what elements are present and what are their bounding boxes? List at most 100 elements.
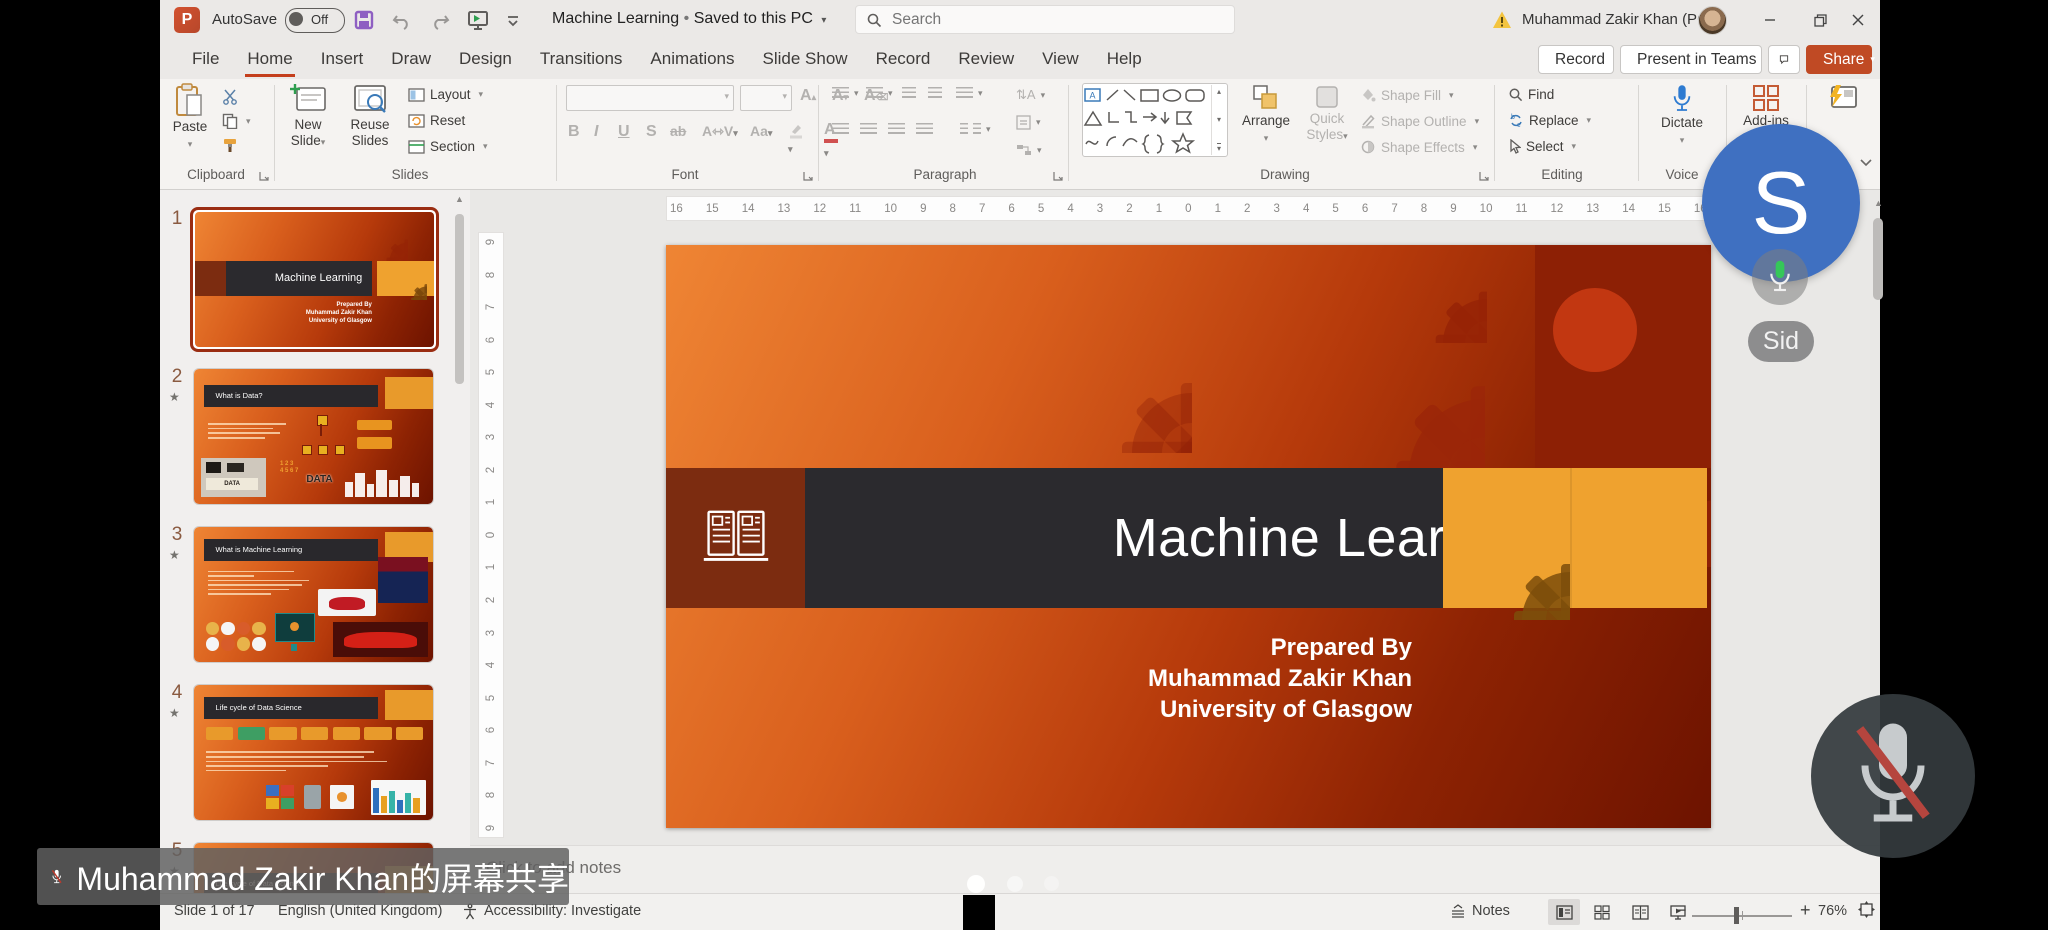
user-name[interactable]: Muhammad Zakir Khan (PGR): [1522, 11, 1725, 28]
search-box[interactable]: [855, 5, 1235, 34]
bold-button[interactable]: B: [568, 123, 580, 141]
font-dialog-launcher[interactable]: [802, 170, 814, 182]
slide-thumbnail-1[interactable]: Machine Learning Prepared ByMuhammad Zak…: [190, 207, 439, 352]
add-ins-button[interactable]: Add-ins: [1736, 83, 1796, 129]
tab-draw[interactable]: Draw: [377, 40, 445, 79]
slide-thumbnail-4[interactable]: Life cycle of Data Science: [193, 684, 434, 821]
slide-thumbnail-2[interactable]: What is Data?: [193, 368, 434, 505]
redo-icon[interactable]: [428, 8, 452, 32]
undo-icon[interactable]: [390, 8, 414, 32]
text-direction-button[interactable]: ⇅A: [1016, 87, 1045, 103]
shape-outline-button[interactable]: Shape Outline: [1360, 113, 1479, 129]
tab-design[interactable]: Design: [445, 40, 526, 79]
shapes-gallery-scrollbar[interactable]: ▴ ▾ ▾: [1211, 85, 1226, 155]
user-avatar[interactable]: [1698, 6, 1727, 35]
italic-button[interactable]: I: [594, 123, 598, 141]
shapes-scroll-up-icon[interactable]: ▴: [1217, 87, 1221, 96]
tab-file[interactable]: File: [178, 40, 233, 79]
highlight-color-button[interactable]: [788, 123, 804, 157]
replace-button[interactable]: b c Replace: [1508, 113, 1591, 128]
reuse-slides-button[interactable]: Reuse Slides: [342, 83, 398, 149]
warning-icon[interactable]: [1492, 10, 1512, 30]
participant-name-badge[interactable]: Sid: [1748, 321, 1814, 362]
convert-to-smartart-button[interactable]: [1016, 143, 1042, 157]
customize-toolbar-icon[interactable]: [504, 8, 522, 32]
slide-sorter-view-button[interactable]: [1586, 899, 1618, 925]
close-button[interactable]: [1836, 0, 1880, 40]
new-slide-button[interactable]: New Slide: [282, 83, 334, 150]
font-name-combobox[interactable]: [566, 85, 734, 111]
increase-indent-button[interactable]: [928, 87, 942, 100]
change-case-button[interactable]: Aa: [750, 123, 772, 139]
tab-slide-show[interactable]: Slide Show: [749, 40, 862, 79]
tab-transitions[interactable]: Transitions: [526, 40, 637, 79]
shapes-more-icon[interactable]: ▾: [1217, 143, 1221, 153]
paste-button[interactable]: Paste: [166, 83, 214, 152]
mute-button[interactable]: [1811, 694, 1975, 858]
zoom-slider-thumb[interactable]: [1734, 907, 1739, 924]
font-size-combobox[interactable]: [740, 85, 792, 111]
accessibility-status[interactable]: Accessibility: Investigate: [484, 903, 641, 919]
tab-view[interactable]: View: [1028, 40, 1093, 79]
columns-button[interactable]: [960, 123, 991, 136]
justify-button[interactable]: [916, 123, 933, 136]
select-button[interactable]: Select: [1508, 139, 1576, 154]
powerpoint-logo-icon[interactable]: P: [174, 7, 200, 33]
cut-button[interactable]: [222, 89, 238, 105]
tab-animations[interactable]: Animations: [636, 40, 748, 79]
scrollbar-thumb[interactable]: [455, 214, 464, 384]
horizontal-ruler[interactable]: 1615141312111098765432101234567891011121…: [666, 196, 1711, 221]
normal-view-button[interactable]: [1548, 899, 1580, 925]
document-title[interactable]: Machine Learning • Saved to this PC ▾: [552, 10, 826, 28]
notes-toggle-button[interactable]: Notes: [1450, 903, 1510, 919]
scrollbar-thumb[interactable]: [1873, 218, 1883, 300]
decrease-indent-button[interactable]: [902, 87, 916, 100]
present-in-teams-button[interactable]: T Present in Teams: [1620, 45, 1762, 74]
tab-home[interactable]: Home: [233, 40, 306, 79]
thumbnail-scrollbar[interactable]: ▲ ▼: [453, 190, 467, 893]
slideshow-icon[interactable]: [466, 8, 490, 32]
zoom-out-button[interactable]: −: [1676, 900, 1687, 921]
shadow-button[interactable]: S: [646, 123, 657, 141]
find-button[interactable]: Find: [1508, 87, 1554, 102]
numbering-button[interactable]: [866, 87, 893, 100]
shape-effects-button[interactable]: Shape Effects: [1360, 139, 1477, 155]
drawing-dialog-launcher[interactable]: [1478, 170, 1490, 182]
slide-indicator[interactable]: Slide 1 of 17: [174, 903, 255, 919]
bullets-button[interactable]: [832, 87, 859, 100]
shapes-gallery[interactable]: A: [1082, 83, 1228, 157]
fit-slide-to-window-button[interactable]: [1858, 901, 1875, 918]
slide-editor[interactable]: Machine Learning Prepared By Muhammad Za…: [666, 245, 1711, 828]
shape-fill-button[interactable]: Shape Fill: [1360, 87, 1454, 103]
designer-button[interactable]: [1816, 83, 1868, 113]
quick-styles-button[interactable]: Quick Styles: [1300, 83, 1354, 144]
underline-button[interactable]: U: [618, 123, 630, 141]
dictate-button[interactable]: Dictate: [1652, 83, 1712, 148]
character-spacing-button[interactable]: A⇿V: [702, 123, 738, 140]
tab-record[interactable]: Record: [862, 40, 945, 79]
strikethrough-button[interactable]: ab: [670, 123, 686, 139]
shapes-scroll-down-icon[interactable]: ▾: [1217, 115, 1221, 124]
slide-subtitle[interactable]: Prepared By Muhammad Zakir Khan Universi…: [1148, 632, 1412, 725]
format-painter-button[interactable]: [222, 137, 238, 153]
scroll-up-icon[interactable]: ▲: [455, 194, 464, 204]
record-button[interactable]: Record: [1538, 45, 1614, 74]
search-input[interactable]: [890, 10, 1194, 30]
slide-thumbnail-3[interactable]: What is Machine Learning: [193, 526, 434, 663]
section-button[interactable]: Section: [408, 139, 488, 154]
tab-review[interactable]: Review: [944, 40, 1028, 79]
align-left-button[interactable]: [832, 123, 849, 136]
autosave-toggle[interactable]: Off: [285, 8, 345, 33]
tab-insert[interactable]: Insert: [307, 40, 378, 79]
share-button[interactable]: Share ▾: [1806, 45, 1872, 74]
paragraph-dialog-launcher[interactable]: [1052, 170, 1064, 182]
comments-button[interactable]: [1768, 45, 1800, 74]
scroll-up-icon[interactable]: ▲: [1874, 198, 1883, 208]
layout-button[interactable]: Layout: [408, 87, 483, 102]
collapse-ribbon-chevron-icon[interactable]: [1860, 159, 1872, 167]
notes-pane[interactable]: Click to add notes: [470, 845, 1880, 894]
minimize-button[interactable]: [1748, 0, 1792, 40]
vertical-ruler[interactable]: 9876543210123456789: [478, 232, 504, 838]
zoom-in-button[interactable]: +: [1800, 900, 1811, 921]
reading-view-button[interactable]: [1624, 899, 1656, 925]
